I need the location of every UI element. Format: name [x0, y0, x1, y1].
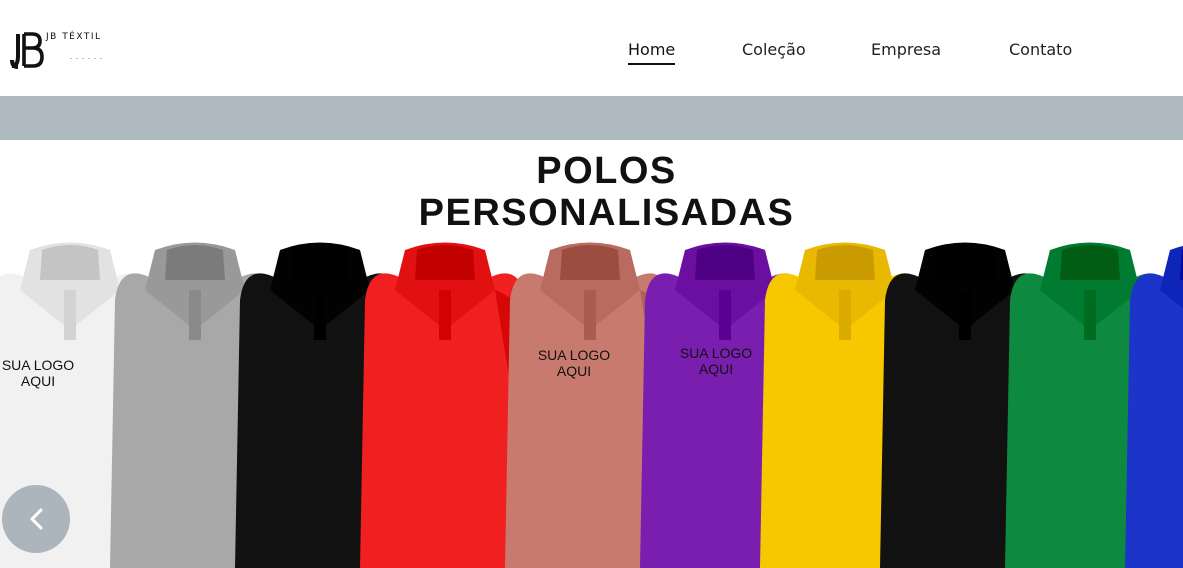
- logo-placeholder-line1: SUA LOGO: [538, 347, 610, 363]
- nav-empresa[interactable]: Empresa: [871, 40, 941, 60]
- nav-home-label: Home: [628, 40, 676, 59]
- hero-title-line1: POLOS: [536, 150, 677, 192]
- logo-placeholder-line1: SUA LOGO: [680, 345, 752, 361]
- nav-colecao[interactable]: Coleção: [742, 40, 806, 60]
- nav-home[interactable]: Home: [628, 40, 676, 65]
- brand-name: JB TÉXTIL: [46, 32, 102, 42]
- nav-contato-label: Contato: [1009, 40, 1073, 59]
- jb-monogram-logo-icon: [10, 32, 44, 69]
- nav-contato[interactable]: Contato: [1009, 40, 1072, 60]
- logo-placeholder-line1: SUA LOGO: [2, 357, 74, 373]
- hero-title: POLOS PERSONALISADAS: [0, 150, 1183, 234]
- hero-slider: SUA LOGO AQUI SUA LOGO AQUI SUA LOGO AQUI POL…: [0, 140, 1183, 568]
- nav-empresa-label: Empresa: [871, 40, 942, 59]
- brand-logo[interactable]: JB TÉXTIL: [10, 30, 130, 70]
- chevron-left-icon: [30, 508, 43, 530]
- logo-placeholder-line2: AQUI: [699, 361, 733, 377]
- active-underline: [628, 63, 676, 65]
- nav-colecao-label: Coleção: [742, 40, 806, 59]
- logo-placeholder-line2: AQUI: [557, 363, 591, 379]
- brand-tagline-dots: [70, 44, 130, 59]
- banner-strip: [0, 96, 1183, 140]
- hero-title-line2: PERSONALISADAS: [418, 192, 795, 234]
- logo-placeholder-line2: AQUI: [21, 373, 55, 389]
- site-header: JB TÉXTIL Home Coleção Empresa Contato: [0, 0, 1183, 96]
- polo-shirt: [1125, 245, 1183, 568]
- slider-prev-button[interactable]: [2, 485, 70, 553]
